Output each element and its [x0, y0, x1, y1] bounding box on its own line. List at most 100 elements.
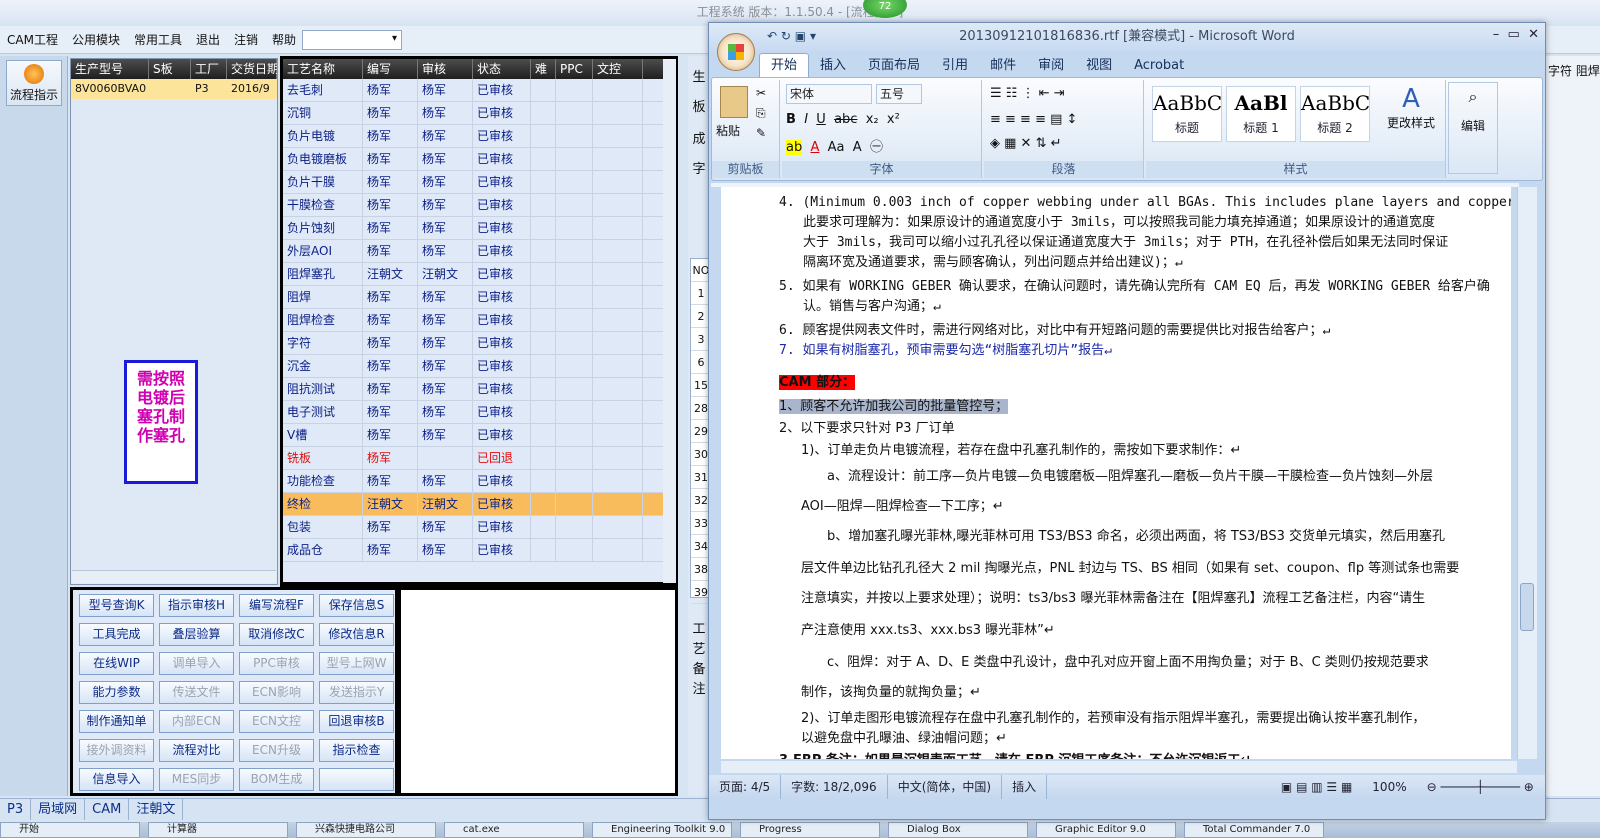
font-color-icon[interactable]: A [810, 140, 819, 155]
taskbar-item[interactable]: 开始 [0, 822, 140, 838]
tab-layout[interactable]: 页面布局 [857, 54, 931, 78]
process-row[interactable]: 外层AOI 杨军 杨军 已审核 [283, 240, 663, 263]
action-button[interactable]: 回退审核B [319, 710, 394, 733]
document-page[interactable]: 4. (Minimum 0.003 inch of copper webbing… [721, 187, 1511, 759]
action-button[interactable]: PPC审核 [239, 652, 314, 675]
col-ppc[interactable]: PPC [556, 59, 593, 79]
strikethrough-icon[interactable]: abc [834, 112, 857, 127]
minimize-icon[interactable]: – [1493, 27, 1500, 42]
menu-exit[interactable]: 退出 [189, 26, 227, 54]
menu-help[interactable]: 帮助 [265, 26, 303, 54]
process-row[interactable]: 阻焊塞孔 汪朝文 汪朝文 已审核 [283, 263, 663, 286]
cut-icon[interactable]: ✂ [756, 86, 766, 100]
right-tab-1[interactable]: 阻焊 [1576, 64, 1600, 78]
style-heading2[interactable]: AaBbC 标题 2 [1300, 86, 1370, 142]
process-row[interactable]: 负电镀磨板 杨军 杨军 已审核 [283, 148, 663, 171]
col-reviewer[interactable]: 审核 [418, 59, 473, 79]
action-button[interactable]: 内部ECN [159, 710, 234, 733]
action-button[interactable]: ECN文控 [239, 710, 314, 733]
change-styles-button[interactable]: A 更改样式 [1380, 84, 1442, 131]
zoom-level[interactable]: 100% [1362, 775, 1416, 799]
action-button[interactable]: 指示检查 [319, 739, 394, 762]
superscript-icon[interactable]: x² [887, 112, 900, 127]
char-shading-icon[interactable]: A [853, 140, 862, 155]
action-button[interactable]: 指示审核H [159, 594, 234, 617]
action-button[interactable]: 传送文件 [159, 681, 234, 704]
tab-view[interactable]: 视图 [1075, 54, 1123, 78]
font-size-select[interactable]: 五号 [876, 84, 922, 104]
process-row[interactable]: 电子测试 杨军 杨军 已审核 [283, 401, 663, 424]
menu-logout[interactable]: 注销 [227, 26, 265, 54]
process-row[interactable]: 阻焊 杨军 杨军 已审核 [283, 286, 663, 309]
status-words[interactable]: 字数: 18/2,096 [781, 775, 888, 799]
order-row[interactable]: 8V0060BVA0 P3 2016/9 [71, 79, 277, 99]
change-case-icon[interactable]: Aa [828, 140, 845, 155]
taskbar-item[interactable]: Graphic Editor 9.0 [1036, 822, 1176, 838]
subscript-icon[interactable]: x₂ [866, 112, 879, 127]
style-heading1[interactable]: AaBl 标题 1 [1226, 86, 1296, 142]
action-button[interactable]: 型号上网W [319, 652, 394, 675]
status-language[interactable]: 中文(简体，中国) [888, 775, 1003, 799]
tab-references[interactable]: 引用 [931, 54, 979, 78]
bold-icon[interactable]: B [786, 112, 796, 127]
process-row[interactable]: 功能检查 杨军 杨军 已审核 [283, 470, 663, 493]
process-row[interactable]: 去毛刺 杨军 杨军 已审核 [283, 79, 663, 102]
tab-review[interactable]: 审阅 [1027, 54, 1075, 78]
col-model[interactable]: 生产型号 [71, 59, 149, 79]
format-painter-icon[interactable]: ✎ [756, 126, 766, 140]
taskbar-item[interactable]: 计算器 [148, 822, 288, 838]
process-row[interactable]: 包装 杨军 杨军 已审核 [283, 516, 663, 539]
bullets-icon[interactable]: ☰ ☷ ⋮ ⇤ ⇥ [990, 86, 1065, 101]
status-page[interactable]: 页面: 4/5 [709, 775, 782, 799]
action-button[interactable]: 编写流程F [239, 594, 314, 617]
action-button[interactable]: 取消修改C [239, 623, 314, 646]
doc-horizontal-scrollbar[interactable] [721, 761, 1517, 773]
enclose-char-icon[interactable]: ㊀ [870, 140, 883, 155]
action-button[interactable]: 在线WIP [79, 652, 154, 675]
col-factory[interactable]: 工厂 [191, 59, 227, 79]
horizontal-scrollbar[interactable] [72, 570, 276, 583]
taskbar-item[interactable]: cat.exe [444, 822, 584, 838]
status-insert-mode[interactable]: 插入 [1002, 775, 1048, 799]
action-button[interactable]: BOM生成 [239, 768, 314, 791]
copy-icon[interactable]: ⎘ [756, 106, 766, 121]
qat-dropdown-icon[interactable]: ▾ [810, 29, 816, 43]
taskbar-item[interactable]: 兴森快捷电路公司 [296, 822, 436, 838]
process-row[interactable]: 沉铜 杨军 杨军 已审核 [283, 102, 663, 125]
action-button[interactable]: MES同步 [159, 768, 234, 791]
process-row[interactable]: 阻焊检查 杨军 杨军 已审核 [283, 309, 663, 332]
action-button[interactable]: 流程对比 [159, 739, 234, 762]
process-row[interactable]: V槽 杨军 杨军 已审核 [283, 424, 663, 447]
align-icons[interactable]: ≡ ≡ ≡ ≡ ▤ ↕ [990, 112, 1077, 127]
zoom-slider[interactable]: ⊖ ─────┼───── ⊕ [1417, 775, 1544, 799]
col-author[interactable]: 编写 [363, 59, 418, 79]
process-row[interactable]: 阻抗测试 杨军 杨军 已审核 [283, 378, 663, 401]
taskbar-item[interactable]: Engineering Toolkit 9.0 [592, 822, 732, 838]
process-row[interactable]: 终检 汪朝文 汪朝文 已审核 [283, 493, 663, 516]
maximize-icon[interactable]: ▭ [1508, 27, 1520, 42]
taskbar-item[interactable]: Progress [740, 822, 880, 838]
tab-home[interactable]: 开始 [759, 53, 810, 78]
tab-insert[interactable]: 插入 [809, 54, 857, 78]
process-row[interactable]: 铣板 杨军 已回退 [283, 447, 663, 470]
menu-combo-select[interactable] [302, 30, 402, 50]
action-button[interactable]: 保存信息S [319, 594, 394, 617]
action-button[interactable]: 信息导入 [79, 768, 154, 791]
action-button[interactable]: 修改信息R [319, 623, 394, 646]
paste-icon[interactable] [720, 86, 748, 118]
process-row[interactable]: 负片电镀 杨军 杨军 已审核 [283, 125, 663, 148]
tab-mailings[interactable]: 邮件 [979, 54, 1027, 78]
action-button[interactable] [319, 768, 394, 791]
editing-button[interactable]: ⌕ 编辑 [1448, 82, 1498, 174]
col-doc-control[interactable]: 文控 [593, 59, 643, 79]
font-name-select[interactable]: 宋体 [786, 84, 872, 104]
doc-vertical-scrollbar[interactable] [1517, 187, 1537, 759]
process-row[interactable]: 干膜检查 杨军 杨军 已审核 [283, 194, 663, 217]
process-scrollbar[interactable] [663, 59, 676, 583]
style-title[interactable]: AaBbC 标题 [1152, 86, 1222, 142]
process-row[interactable]: 负片干膜 杨军 杨军 已审核 [283, 171, 663, 194]
menu-cam[interactable]: CAM工程 [0, 26, 65, 54]
action-button[interactable]: 型号查询K [79, 594, 154, 617]
action-button[interactable]: ECN升级 [239, 739, 314, 762]
action-button[interactable]: 叠层验算 [159, 623, 234, 646]
